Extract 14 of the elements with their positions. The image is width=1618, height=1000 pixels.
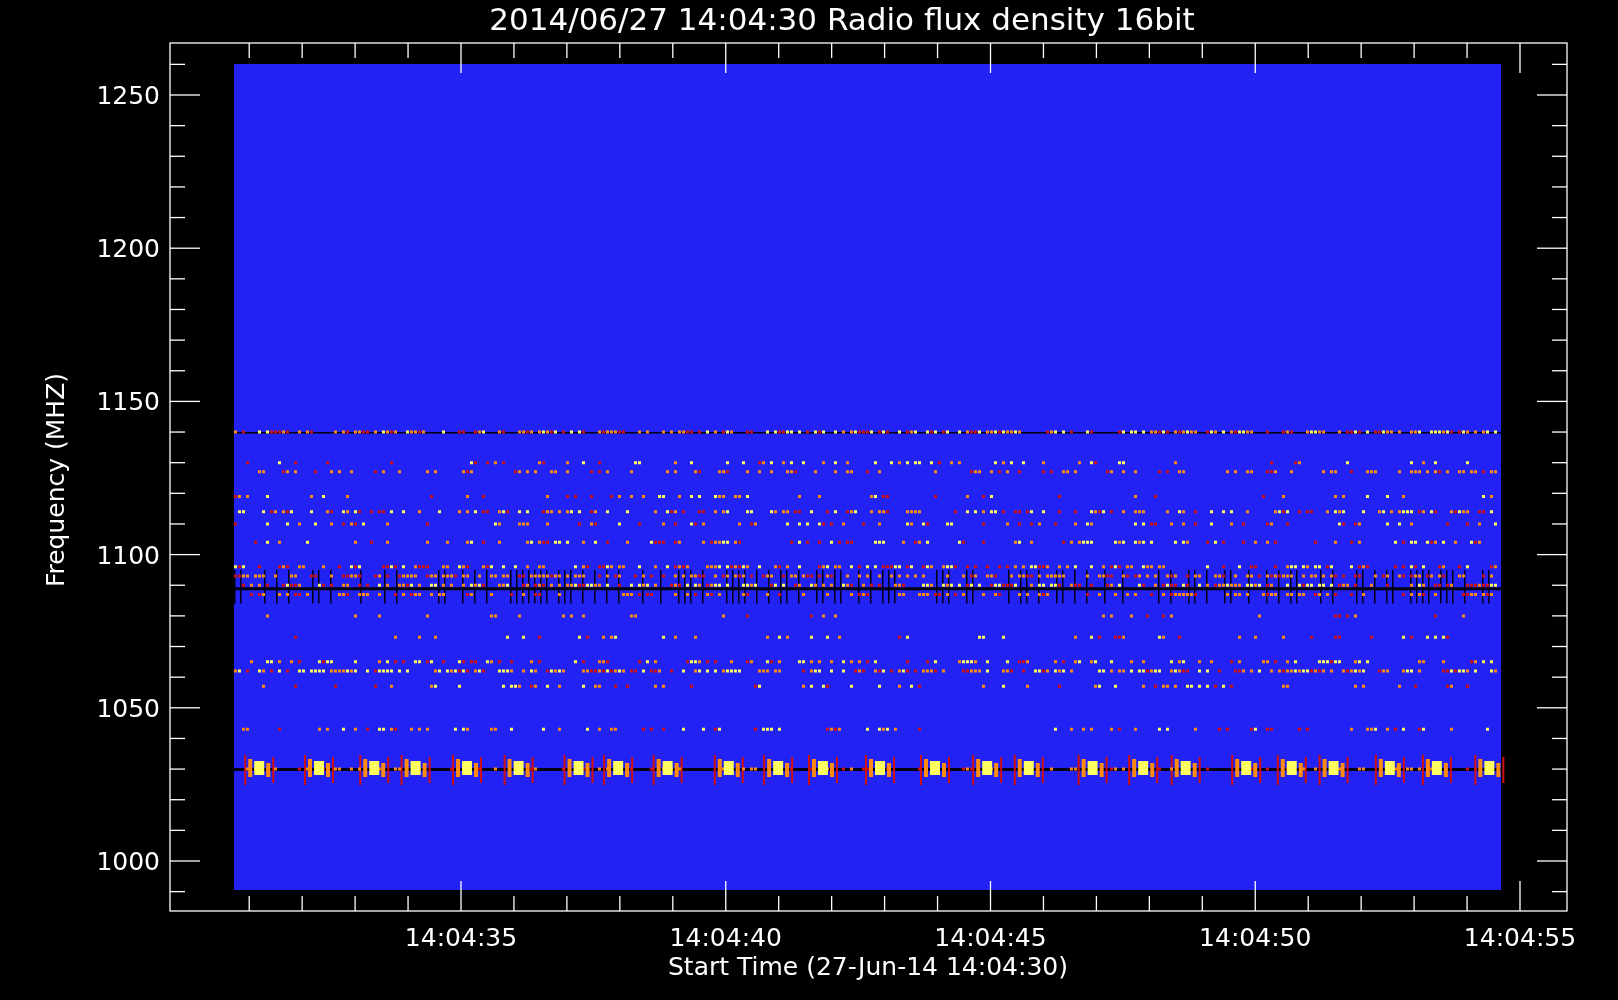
- x-tick-label: 14:04:40: [669, 923, 782, 952]
- y-axis-label: Frequency (MHZ): [41, 372, 70, 588]
- y-tick-label: 1150: [96, 387, 160, 417]
- y-tick-label: 1050: [96, 693, 160, 723]
- x-tick-label: 14:04:45: [934, 923, 1047, 952]
- x-axis-label: Start Time (27-Jun-14 14:04:30): [668, 952, 1068, 981]
- y-tick-label: 1000: [96, 847, 160, 876]
- x-tick-label: 14:04:35: [404, 923, 518, 952]
- y-tick-label: 1100: [96, 540, 160, 570]
- y-tick-label: 1200: [96, 234, 160, 264]
- x-tick-label: 14:04:50: [1199, 923, 1312, 952]
- plot-title: 2014/06/27 14:04:30 Radio flux density 16bit: [489, 1, 1195, 37]
- y-tick-label: 1250: [96, 81, 160, 110]
- x-tick-label: 14:04:55: [1463, 923, 1577, 952]
